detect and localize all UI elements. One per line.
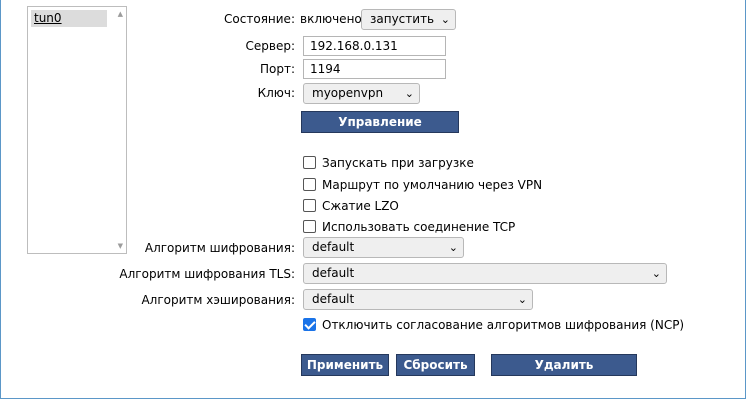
chevron-down-icon: ⌄	[651, 267, 661, 280]
connection-item-tun0[interactable]: tun0	[31, 10, 107, 27]
cipher-label: Алгоритм шифрования:	[144, 241, 295, 255]
hash-value: default	[312, 292, 355, 306]
status-action-value: запустить	[370, 12, 435, 26]
tcp-label: Использовать соединение TCP	[322, 220, 516, 234]
reset-button[interactable]: Сбросить	[396, 354, 475, 376]
server-input[interactable]: 192.168.0.131	[303, 36, 446, 56]
tls-cipher-value: default	[312, 266, 355, 280]
tls-cipher-label: Алгоритм шифрования TLS:	[119, 267, 295, 281]
lzo-checkbox[interactable]	[303, 199, 316, 212]
port-input[interactable]: 1194	[303, 59, 446, 79]
key-label: Ключ:	[257, 86, 295, 100]
apply-button[interactable]: Применить	[301, 354, 389, 376]
manage-keys-button[interactable]: Управление ключами...	[301, 111, 459, 149]
scroll-up-icon[interactable]: ▲	[118, 10, 123, 18]
tls-cipher-select[interactable]: default ⌄	[303, 263, 667, 284]
key-value: myopenvpn	[312, 86, 384, 100]
chevron-down-icon: ⌄	[448, 241, 458, 254]
cipher-value: default	[312, 240, 355, 254]
status-label: Состояние:	[224, 12, 295, 26]
port-label: Порт:	[259, 62, 295, 76]
default-route-checkbox[interactable]	[303, 178, 316, 191]
status-action-select[interactable]: запустить ⌄	[361, 9, 456, 30]
delete-connection-button[interactable]: Удалить соединение	[491, 354, 637, 392]
default-route-label: Маршрут по умолчанию через VPN	[322, 178, 543, 192]
chevron-down-icon: ⌄	[404, 87, 414, 100]
disable-ncp-checkbox[interactable]	[303, 318, 316, 331]
status-value: включено	[300, 12, 362, 26]
hash-select[interactable]: default ⌄	[303, 289, 533, 310]
chevron-down-icon: ⌄	[517, 293, 527, 306]
autostart-label: Запускать при загрузке	[322, 156, 474, 170]
lzo-label: Сжатие LZO	[322, 199, 399, 213]
server-label: Сервер:	[245, 39, 296, 53]
key-select[interactable]: myopenvpn ⌄	[303, 83, 420, 104]
chevron-down-icon: ⌄	[440, 13, 450, 26]
hash-label: Алгоритм хэширования:	[141, 293, 295, 307]
autostart-checkbox[interactable]	[303, 156, 316, 169]
tcp-checkbox[interactable]	[303, 220, 316, 233]
cipher-select[interactable]: default ⌄	[303, 237, 464, 258]
connection-list[interactable]: tun0 ▲ ▼	[27, 6, 127, 254]
disable-ncp-label: Отключить согласование алгоритмов шифров…	[322, 318, 685, 332]
